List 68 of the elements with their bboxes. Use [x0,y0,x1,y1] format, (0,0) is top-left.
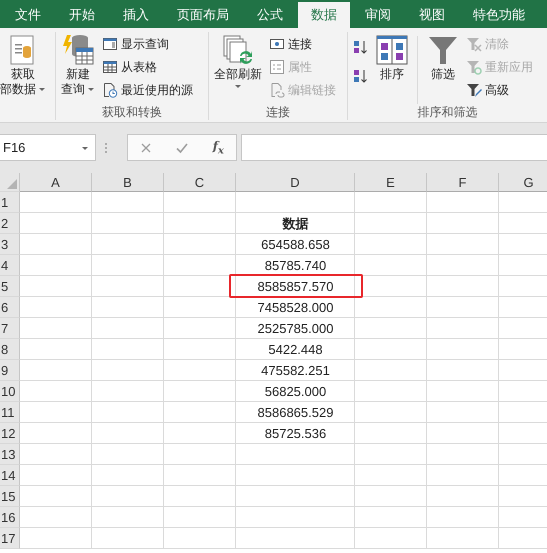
ribbon-button[interactable]: 新建 查询 [59,32,97,104]
row-header[interactable]: 7 [0,318,20,339]
filter-clear-icon [466,36,482,52]
table-cell: 654588.658 [261,237,330,252]
ribbon-tab[interactable]: 页面布局 [164,2,242,28]
query-list-icon [102,36,118,52]
row-header[interactable]: 4 [0,255,20,276]
ribbon-button[interactable]: 筛选 [425,32,461,104]
table-icon [102,59,118,75]
ribbon-button[interactable]: 获取 部数据 [0,32,48,120]
sort-descending-icon [353,68,369,84]
filter-reapply-icon [466,59,482,75]
ribbon-tab[interactable]: 文件 [2,2,54,28]
ribbon-button[interactable]: 高级 [464,80,535,100]
ribbon-button[interactable]: 从表格 [100,57,195,77]
row-header[interactable]: 9 [0,360,20,381]
sort-icon [376,34,408,66]
table-cell: 85725.536 [264,426,326,441]
group-label: 连接 [265,104,291,120]
row-header[interactable]: 3 [0,234,20,255]
properties-icon [269,59,285,75]
ribbon-tab[interactable]: 开始 [56,2,108,28]
ribbon-button[interactable]: 连接 [267,34,338,54]
ribbon-tab[interactable]: 插入 [110,2,162,28]
table-cell: 2525785.000 [258,321,334,336]
table-cell: 8586865.529 [258,405,334,420]
ribbon-tab[interactable]: 特色功能 [460,2,538,28]
table-cell: 475582.251 [261,363,330,378]
group-label: 获取和转换 [101,104,163,120]
connection-icon [269,36,285,52]
ribbon-tab[interactable]: 视图 [406,2,458,28]
document-clock-icon [102,82,118,98]
insert-function-button[interactable]: f$_{x}$ [210,138,226,156]
ribbon-tab[interactable]: 数据 [298,2,350,28]
ribbon-button[interactable]: 显示查询 [100,34,195,54]
filter-advanced-icon [466,82,482,98]
row-header[interactable]: 2 [0,213,20,234]
row-header[interactable]: 12 [0,423,20,444]
filter-icon [427,34,459,66]
documents-refresh-icon [222,34,254,66]
ribbon-button[interactable]: 最近使用的源 [100,80,195,100]
row-header[interactable]: 11 [0,402,20,423]
formula-input[interactable] [241,134,547,161]
row-header[interactable]: 8 [0,339,20,360]
database-table-icon [62,34,94,66]
sort-ascending-icon [353,39,369,55]
row-header[interactable]: 15 [0,486,20,507]
table-cell: 56825.000 [264,384,326,399]
table-cell: 5422.448 [268,342,323,357]
row-header[interactable]: 5 [0,276,20,297]
row-header[interactable]: 10 [0,381,20,402]
ribbon-button[interactable]: 全部刷新 [212,32,264,104]
ribbon-tab[interactable]: 审阅 [352,2,404,28]
row-header[interactable]: 13 [0,444,20,465]
name-box[interactable]: F16 [0,134,96,161]
table-cell: 数据 [282,214,308,232]
table-cell: 8585857.570 [258,279,334,294]
ribbon-tab[interactable]: 公式 [244,2,296,28]
table-cell: 7458528.000 [258,300,334,315]
row-header[interactable]: 17 [0,528,20,549]
row-header[interactable]: 1 [0,192,20,213]
row-header[interactable]: 6 [0,297,20,318]
link-document-icon [269,82,285,98]
table-cell: 85785.740 [264,258,326,273]
row-header[interactable]: 14 [0,465,20,486]
row-header[interactable]: 16 [0,507,20,528]
ribbon-button[interactable]: 排序 [374,32,410,104]
group-label: 排序和筛选 [416,104,478,120]
